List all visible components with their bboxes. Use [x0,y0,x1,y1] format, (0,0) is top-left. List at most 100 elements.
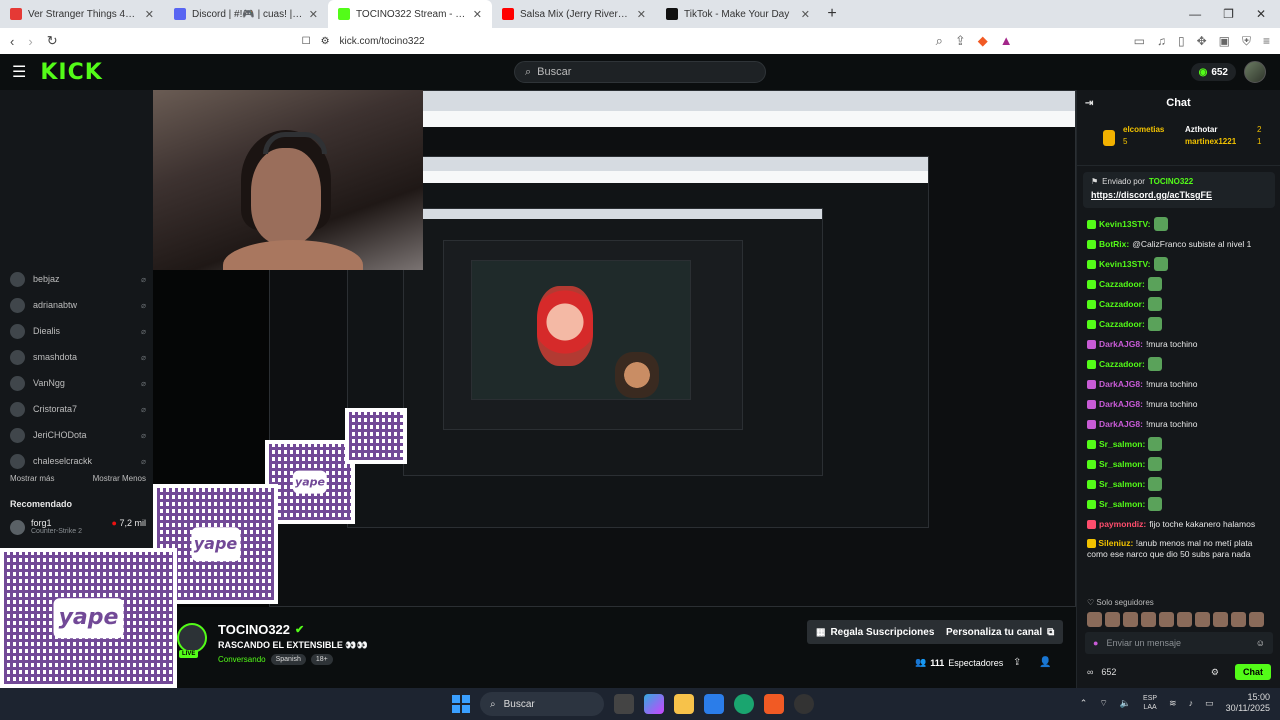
bookmark-icon[interactable]: ☐ [302,36,311,47]
emote[interactable] [1141,612,1156,627]
send-chat-button[interactable]: Chat [1235,664,1271,680]
chat-username[interactable]: DarkAJG8: [1099,335,1143,353]
chat-username[interactable]: DarkAJG8: [1099,395,1143,413]
speaker-icon[interactable]: ♪ [1189,698,1194,708]
maximize-icon[interactable]: ❐ [1223,7,1234,21]
windows-start-icon[interactable] [452,695,470,713]
language-indicator[interactable]: ESP LAA [1143,694,1157,712]
sidebar-item[interactable]: bebjaz ⌀ [10,266,146,292]
brave-shield-icon[interactable]: ◆ [978,33,988,49]
browser-tab[interactable]: Salsa Mix (Jerry Rivera, Frankie Ruiz,✕ [492,0,656,28]
kicks-balance[interactable]: ◉ 652 [1190,63,1236,81]
sidebar-icon[interactable]: ▭ [1134,34,1145,49]
battery-icon[interactable]: ▭ [1205,698,1214,709]
emote[interactable] [1123,612,1138,627]
browser-tab[interactable]: Ver Stranger Things 4x4 Online Grati✕ [0,0,164,28]
category-link[interactable]: Conversando [218,655,266,664]
vpn-icon[interactable]: ⛨ [1242,34,1251,49]
chat-username[interactable]: Cazzadoor: [1099,355,1145,373]
site-info-icon[interactable]: ⚙ [321,36,330,47]
tag-pill[interactable]: 18+ [310,654,333,665]
browser-tab-active[interactable]: TOCINO322 Stream - Watch Live✕ [328,0,492,28]
emote[interactable] [1195,612,1210,627]
show-more-link[interactable]: Mostrar más [10,474,54,483]
chat-username[interactable]: Sr_salmon: [1099,475,1145,493]
emoji-icon[interactable]: ☺ [1256,638,1265,648]
app-icon[interactable] [794,694,814,714]
tag-pill[interactable]: Spanish [270,654,306,665]
avatar[interactable] [1244,61,1266,83]
file-explorer-icon[interactable] [674,694,694,714]
url-field[interactable]: ☐ ⚙ kick.com/tocino322 [302,36,922,47]
chat-username[interactable]: DarkAJG8: [1099,415,1143,433]
sidebar-item[interactable]: JeriCHODota ⌀ [10,422,146,448]
emote[interactable] [1249,612,1264,627]
chat-username[interactable]: paymondiz: [1099,515,1146,533]
chat-username[interactable]: Cazzadoor: [1099,295,1145,313]
network-icon[interactable]: ⌔ [1099,698,1107,709]
reload-icon[interactable]: ↻ [47,33,58,49]
close-icon[interactable]: ✕ [473,8,482,21]
chat-input[interactable]: ● Enviar un mensaje ☺ [1085,632,1273,654]
menu-icon[interactable]: ≡ [1263,34,1270,49]
chat-username[interactable]: Sr_salmon: [1099,435,1145,453]
emote[interactable] [1213,612,1228,627]
hamburger-icon[interactable]: ☰ [12,62,26,82]
taskbar-search[interactable]: ⌕ Buscar [480,692,604,716]
close-window-icon[interactable]: ✕ [1256,7,1266,21]
browser-tab[interactable]: TikTok - Make Your Day ✕ [656,0,820,28]
close-icon[interactable]: ✕ [801,8,810,21]
extensions-icon[interactable]: ✥ [1197,34,1207,49]
chat-username[interactable]: DarkAJG8: [1099,375,1143,393]
chat-username[interactable]: Sr_salmon: [1099,455,1145,473]
task-view-icon[interactable] [614,694,634,714]
minimize-icon[interactable]: — [1189,7,1201,21]
search-input[interactable]: ⌕ Buscar [514,61,766,83]
edge-icon[interactable] [734,694,754,714]
show-less-link[interactable]: Mostrar Menos [93,474,146,483]
kicks-icon[interactable]: ∞ [1087,667,1093,677]
pinned-link[interactable]: https://discord.gg/acTksgFE [1091,190,1267,200]
sidebar-item[interactable]: Cristorata7 ⌀ [10,396,146,422]
customize-channel-button[interactable]: Personaliza tu canal ⧉ [937,620,1064,644]
sidebar-item[interactable]: VanNgg ⌀ [10,370,146,396]
recommended-item[interactable]: forg1 Counter-Strike 2 ● 7,2 mil [10,518,146,535]
brave-rewards-icon[interactable]: ▲ [1000,33,1013,49]
emote[interactable] [1105,612,1120,627]
close-icon[interactable]: ✕ [145,8,154,21]
new-tab-button[interactable]: + [820,5,844,23]
sidebar-item[interactable]: chaleselcrackk ⌀ [10,448,146,474]
chat-username[interactable]: Kevin13STV: [1099,255,1151,273]
clock[interactable]: 15:00 30/11/2025 [1226,692,1270,714]
copilot-icon[interactable] [644,694,664,714]
settings-icon[interactable]: ⚙ [1211,667,1219,678]
channel-avatar[interactable] [177,623,207,653]
chat-username[interactable]: BotRix: [1099,235,1129,253]
sidebar-item[interactable]: Diealis ⌀ [10,318,146,344]
emote[interactable] [1159,612,1174,627]
browser-tab[interactable]: Discord | #!🎮 | cuas! | TOCINETA fe✕ [164,0,328,28]
tray-overflow-icon[interactable]: ⌃ [1080,698,1088,709]
wifi-icon[interactable]: ≋ [1169,698,1177,709]
media-icon[interactable]: ♫ [1157,34,1166,49]
emote[interactable] [1177,612,1192,627]
chat-username[interactable]: Kevin13STV: [1099,215,1151,233]
emote[interactable] [1087,612,1102,627]
sidebar-item[interactable]: adrianabtw ⌀ [10,292,146,318]
zoom-icon[interactable]: ⌕ [936,33,943,49]
chat-username[interactable]: Cazzadoor: [1099,275,1145,293]
forward-icon[interactable]: › [28,34,32,49]
wallet-icon[interactable]: ▣ [1219,34,1230,49]
close-icon[interactable]: ✕ [309,8,318,21]
brave-icon[interactable] [764,694,784,714]
share-icon[interactable]: ⇪ [955,33,966,49]
collapse-chat-icon[interactable]: ⇥ [1085,98,1093,109]
channel-name[interactable]: TOCINO322 [218,622,290,637]
chat-username[interactable]: Cazzadoor: [1099,315,1145,333]
follow-user-icon[interactable]: 👤 [1039,657,1051,668]
back-icon[interactable]: ‹ [10,34,14,49]
kick-logo[interactable]: KICK [40,60,102,85]
chat-username[interactable]: Sileniuz: [1098,538,1133,548]
emote[interactable] [1231,612,1246,627]
mic-icon[interactable]: ● [1093,638,1098,648]
